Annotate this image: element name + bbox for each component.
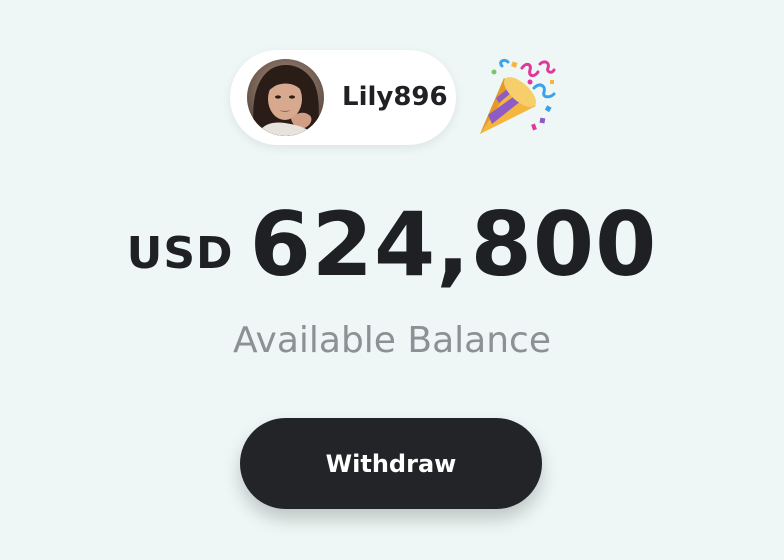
avatar-photo-icon (247, 59, 324, 136)
username-label: Lily896 (342, 82, 448, 112)
balance-amount-row: USD 624,800 (0, 190, 784, 300)
party-popper-icon (474, 58, 558, 138)
balance-screen: Lily896 USD 624,800 Available Balance Wi… (0, 0, 784, 560)
avatar[interactable] (247, 59, 324, 136)
available-balance-label: Available Balance (233, 320, 551, 361)
currency-code: USD (126, 228, 234, 279)
user-profile-chip[interactable]: Lily896 (230, 50, 456, 145)
withdraw-button[interactable]: Withdraw (240, 418, 542, 509)
balance-amount: 624,800 (249, 193, 658, 296)
